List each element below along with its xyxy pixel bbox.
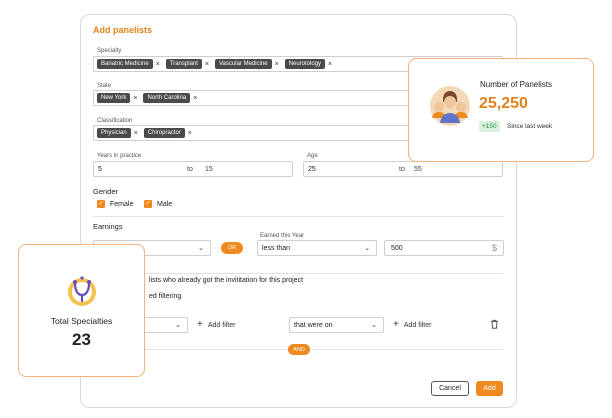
panelists-since-label: Since last week <box>507 123 553 130</box>
classification-chip: Chiropractor <box>143 128 185 138</box>
advanced-filtering-option[interactable]: ed filtering <box>149 293 181 300</box>
chip-remove-icon[interactable]: × <box>133 95 137 102</box>
checkmark-icon: ✓ <box>97 200 105 208</box>
or-toggle[interactable]: OR <box>221 242 243 254</box>
years-to-label: to <box>187 166 193 173</box>
chevron-down-icon: ⌄ <box>364 245 370 252</box>
specialties-stat-card: Total Specialties 23 <box>18 244 145 377</box>
add-filter-button[interactable]: + Add filter <box>197 320 235 330</box>
form-title: Add panelists <box>93 25 153 35</box>
gender-male-label: Male <box>157 200 173 208</box>
panelists-change-badge: +150 <box>479 121 500 132</box>
specialties-count: 23 <box>72 330 91 349</box>
specialty-label: Specialty <box>97 48 122 54</box>
years-label: Years in practice <box>97 153 142 159</box>
panelists-stat-card: Number of Panelists 25,250 +150 Since la… <box>408 58 594 162</box>
chevron-down-icon: ⌄ <box>198 245 204 252</box>
age-from-value: 25 <box>308 165 316 173</box>
earned-this-year-label: Earned this Year <box>260 233 305 239</box>
plus-icon: + <box>393 319 399 330</box>
trash-icon[interactable] <box>490 319 499 329</box>
classification-chip: Physician <box>97 128 131 138</box>
people-group-icon <box>430 86 470 126</box>
chip-remove-icon[interactable]: × <box>134 130 138 137</box>
classification-label: Classification <box>97 118 133 124</box>
chip-remove-icon[interactable]: × <box>188 130 192 137</box>
age-label: Age <box>307 153 318 159</box>
panelists-count: 25,250 <box>479 95 528 112</box>
gender-male-checkbox[interactable]: ✓ Male <box>144 200 172 208</box>
earnings-label: Earnings <box>93 222 123 231</box>
add-filter-label: Add filter <box>403 321 432 329</box>
chevron-down-icon: ⌄ <box>175 322 181 329</box>
earnings-amount-value: 500 <box>391 244 403 252</box>
comparator-value: less than <box>262 244 291 252</box>
gender-female-label: Female <box>110 200 134 208</box>
exclude-invited-option[interactable]: lists who already got the invititation f… <box>149 277 303 284</box>
gender-label: Gender <box>93 187 119 196</box>
cancel-button[interactable]: Cancel <box>431 381 469 396</box>
gender-female-checkbox[interactable]: ✓ Female <box>97 200 133 208</box>
chevron-down-icon: ⌄ <box>371 322 377 329</box>
filter-condition-select[interactable]: that were on ⌄ <box>289 317 384 333</box>
years-to-value: 15 <box>205 166 213 173</box>
add-filter-button[interactable]: + Add filter <box>393 320 431 330</box>
state-label: State <box>97 83 112 89</box>
divider <box>93 216 503 217</box>
comparator-select[interactable]: less than ⌄ <box>257 240 377 256</box>
specialty-chip: Transplant <box>165 59 202 69</box>
specialty-badge-icon <box>68 276 96 306</box>
add-button[interactable]: Add <box>476 381 503 396</box>
chip-remove-icon[interactable]: × <box>328 61 332 68</box>
checkmark-icon: ✓ <box>144 200 152 208</box>
state-chip: New York <box>97 93 131 103</box>
chip-remove-icon[interactable]: × <box>205 61 209 68</box>
divider <box>93 273 503 274</box>
chip-remove-icon[interactable]: × <box>156 61 160 68</box>
specialty-chip: Vascular Medicine <box>215 59 272 69</box>
plus-icon: + <box>197 319 203 330</box>
years-from-value: 5 <box>98 165 102 173</box>
specialty-chip: Neurotology <box>284 59 326 69</box>
panelists-title: Number of Panelists <box>480 80 553 89</box>
and-toggle[interactable]: AND <box>288 344 310 355</box>
age-to-label: to <box>399 166 405 173</box>
dollar-icon: $ <box>491 243 497 253</box>
specialty-chip: Bariatric Medicine <box>97 59 153 69</box>
years-range-input[interactable]: 5 <box>93 161 293 177</box>
chip-remove-icon[interactable]: × <box>193 95 197 102</box>
specialties-title: Total Specialties <box>50 316 113 326</box>
chip-remove-icon[interactable]: × <box>275 61 279 68</box>
earnings-amount-input[interactable]: 500 $ <box>384 240 504 256</box>
state-chip: North Carolina <box>143 93 191 103</box>
age-to-value: 55 <box>414 166 422 173</box>
filter-condition-value: that were on <box>294 321 333 329</box>
add-filter-label: Add filter <box>207 321 236 329</box>
